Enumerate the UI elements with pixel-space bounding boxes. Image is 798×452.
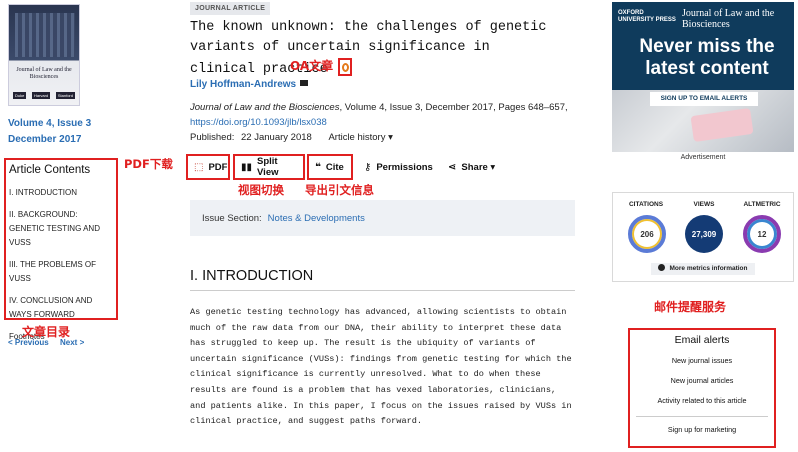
section-divider bbox=[190, 290, 575, 291]
section-heading-introduction: I. INTRODUCTION bbox=[190, 268, 314, 284]
article-title: The known unknown: the challenges of gen… bbox=[190, 18, 550, 80]
issue-section-label: Issue Section: bbox=[202, 212, 262, 224]
citation-line: Journal of Law and the Biosciences, Volu… bbox=[190, 100, 582, 130]
more-metrics-label: More metrics information bbox=[669, 265, 748, 272]
envelope-icon[interactable] bbox=[300, 80, 309, 86]
alerts-divider bbox=[636, 416, 768, 417]
citations-badge[interactable]: 206 bbox=[628, 215, 666, 253]
article-contents-heading: Article Contents bbox=[9, 164, 91, 176]
ad-journal-name: Journal of Law and the Biosciences bbox=[682, 8, 775, 30]
alert-new-issues[interactable]: New journal issues bbox=[630, 356, 774, 365]
toc-item-conclusion[interactable]: IV. CONCLUSION AND WAYS FORWARD bbox=[9, 294, 113, 322]
share-button[interactable]: ⋖ Share ▾ bbox=[442, 154, 502, 180]
toc-item-introduction[interactable]: I. INTRODUCTION bbox=[9, 186, 113, 200]
doi-link[interactable]: https://doi.org/10.1093/jlb/lsx038 bbox=[190, 117, 327, 128]
views-label: VIEWS bbox=[693, 201, 715, 208]
cover-title: Journal of Law and the Biosciences bbox=[16, 67, 72, 80]
ad-signup-button[interactable]: SIGN UP TO EMAIL ALERTS bbox=[650, 92, 758, 106]
share-icon: ⋖ bbox=[448, 161, 457, 173]
article-contents-panel: Article Contents I. INTRODUCTION II. BAC… bbox=[4, 158, 118, 341]
cover-logo-harvard: Harvard bbox=[31, 92, 51, 99]
alert-article-activity[interactable]: Activity related to this article bbox=[630, 396, 774, 405]
issue-volume: Volume 4, Issue 3 bbox=[8, 118, 92, 129]
journal-name: Journal of Law and the Biosciences bbox=[190, 102, 340, 113]
annotation-view: 视图切换 bbox=[238, 183, 284, 197]
pdf-label: PDF bbox=[208, 161, 228, 173]
permissions-button[interactable]: ⚷ Permissions bbox=[358, 154, 438, 180]
journal-details: , Volume 4, Issue 3, December 2017, Page… bbox=[339, 102, 568, 113]
toc-item-problems[interactable]: III. THE PROBLEMS OF VUSs bbox=[9, 258, 113, 286]
cite-button[interactable]: ❝ Cite bbox=[307, 154, 353, 180]
citations-label: CITATIONS bbox=[628, 201, 664, 208]
annotation-cite: 导出引文信息 bbox=[305, 183, 374, 197]
cover-logos: Duke Harvard Stanford bbox=[13, 92, 75, 99]
oup-logo: OXFORD UNIVERSITY PRESS bbox=[618, 10, 676, 23]
metrics-panel: CITATIONS VIEWS ALTMETRIC 206 27,309 12 … bbox=[612, 192, 794, 282]
annotation-pdf: PDF下载 bbox=[124, 157, 173, 171]
key-icon: ⚷ bbox=[364, 161, 372, 173]
journal-cover-image[interactable]: Journal of Law and the Biosciences Duke … bbox=[8, 4, 80, 106]
split-view-label: Split View bbox=[257, 156, 279, 178]
previous-link[interactable]: < Previous bbox=[8, 338, 49, 347]
cover-logo-stanford: Stanford bbox=[55, 92, 75, 99]
published-date: 22 January 2018 bbox=[241, 132, 312, 143]
cover-logo-duke: Duke bbox=[13, 92, 27, 99]
author-name: Lily Hoffman-Andrews bbox=[190, 79, 297, 90]
ad-headline: Never miss the latest content bbox=[639, 36, 775, 79]
advertisement-banner[interactable]: OXFORD UNIVERSITY PRESS Journal of Law a… bbox=[612, 2, 794, 152]
advertisement-label: Advertisement bbox=[680, 154, 726, 161]
issue-link[interactable]: Volume 4, Issue 3 December 2017 bbox=[8, 116, 91, 148]
views-badge[interactable]: 27,309 bbox=[685, 215, 723, 253]
author-link[interactable]: Lily Hoffman-Andrews bbox=[190, 79, 309, 90]
published-label: Published: bbox=[190, 132, 235, 143]
toc-item-background[interactable]: II. BACKGROUND: GENETIC TESTING AND VUSs bbox=[9, 208, 113, 250]
split-view-button[interactable]: ▮▮ Split View bbox=[233, 154, 305, 180]
introduction-paragraph: As genetic testing technology has advanc… bbox=[190, 307, 572, 427]
annotation-oa: OA文章 bbox=[290, 59, 334, 73]
info-icon bbox=[658, 264, 666, 271]
quote-icon: ❝ bbox=[315, 161, 321, 173]
email-alerts-heading: Email alerts bbox=[674, 334, 730, 346]
cover-artwork bbox=[15, 13, 75, 57]
open-access-icon bbox=[337, 58, 352, 76]
article-type-badge: JOURNAL ARTICLE bbox=[190, 2, 271, 15]
pdf-button[interactable]: ⬚ PDF bbox=[186, 154, 230, 180]
article-history-toggle[interactable]: Article history ▾ bbox=[328, 132, 392, 143]
more-metrics-button[interactable]: More metrics information bbox=[651, 263, 755, 275]
email-alerts-panel: Email alerts New journal issues New jour… bbox=[628, 328, 776, 448]
pdf-icon: ⬚ bbox=[194, 161, 204, 173]
permissions-label: Permissions bbox=[376, 161, 433, 173]
annotation-mail: 邮件提醒服务 bbox=[654, 300, 727, 314]
share-label: Share ▾ bbox=[461, 161, 496, 173]
alert-new-articles[interactable]: New journal articles bbox=[630, 376, 774, 385]
altmetric-badge[interactable]: 12 bbox=[743, 215, 781, 253]
next-link[interactable]: Next > bbox=[60, 338, 84, 347]
issue-section-link[interactable]: Notes & Developments bbox=[268, 213, 365, 224]
split-view-icon: ▮▮ bbox=[241, 161, 253, 173]
issue-section-bar: Issue Section: Notes & Developments bbox=[190, 200, 575, 236]
published-line: Published: 22 January 2018 Article histo… bbox=[190, 132, 393, 143]
marketing-signup-link[interactable]: Sign up for marketing bbox=[630, 425, 774, 434]
article-title-text: The known unknown: the challenges of gen… bbox=[190, 20, 547, 77]
altmetric-label: ALTMETRIC bbox=[743, 201, 781, 208]
issue-date: December 2017 bbox=[8, 134, 82, 145]
cite-label: Cite bbox=[325, 161, 344, 173]
